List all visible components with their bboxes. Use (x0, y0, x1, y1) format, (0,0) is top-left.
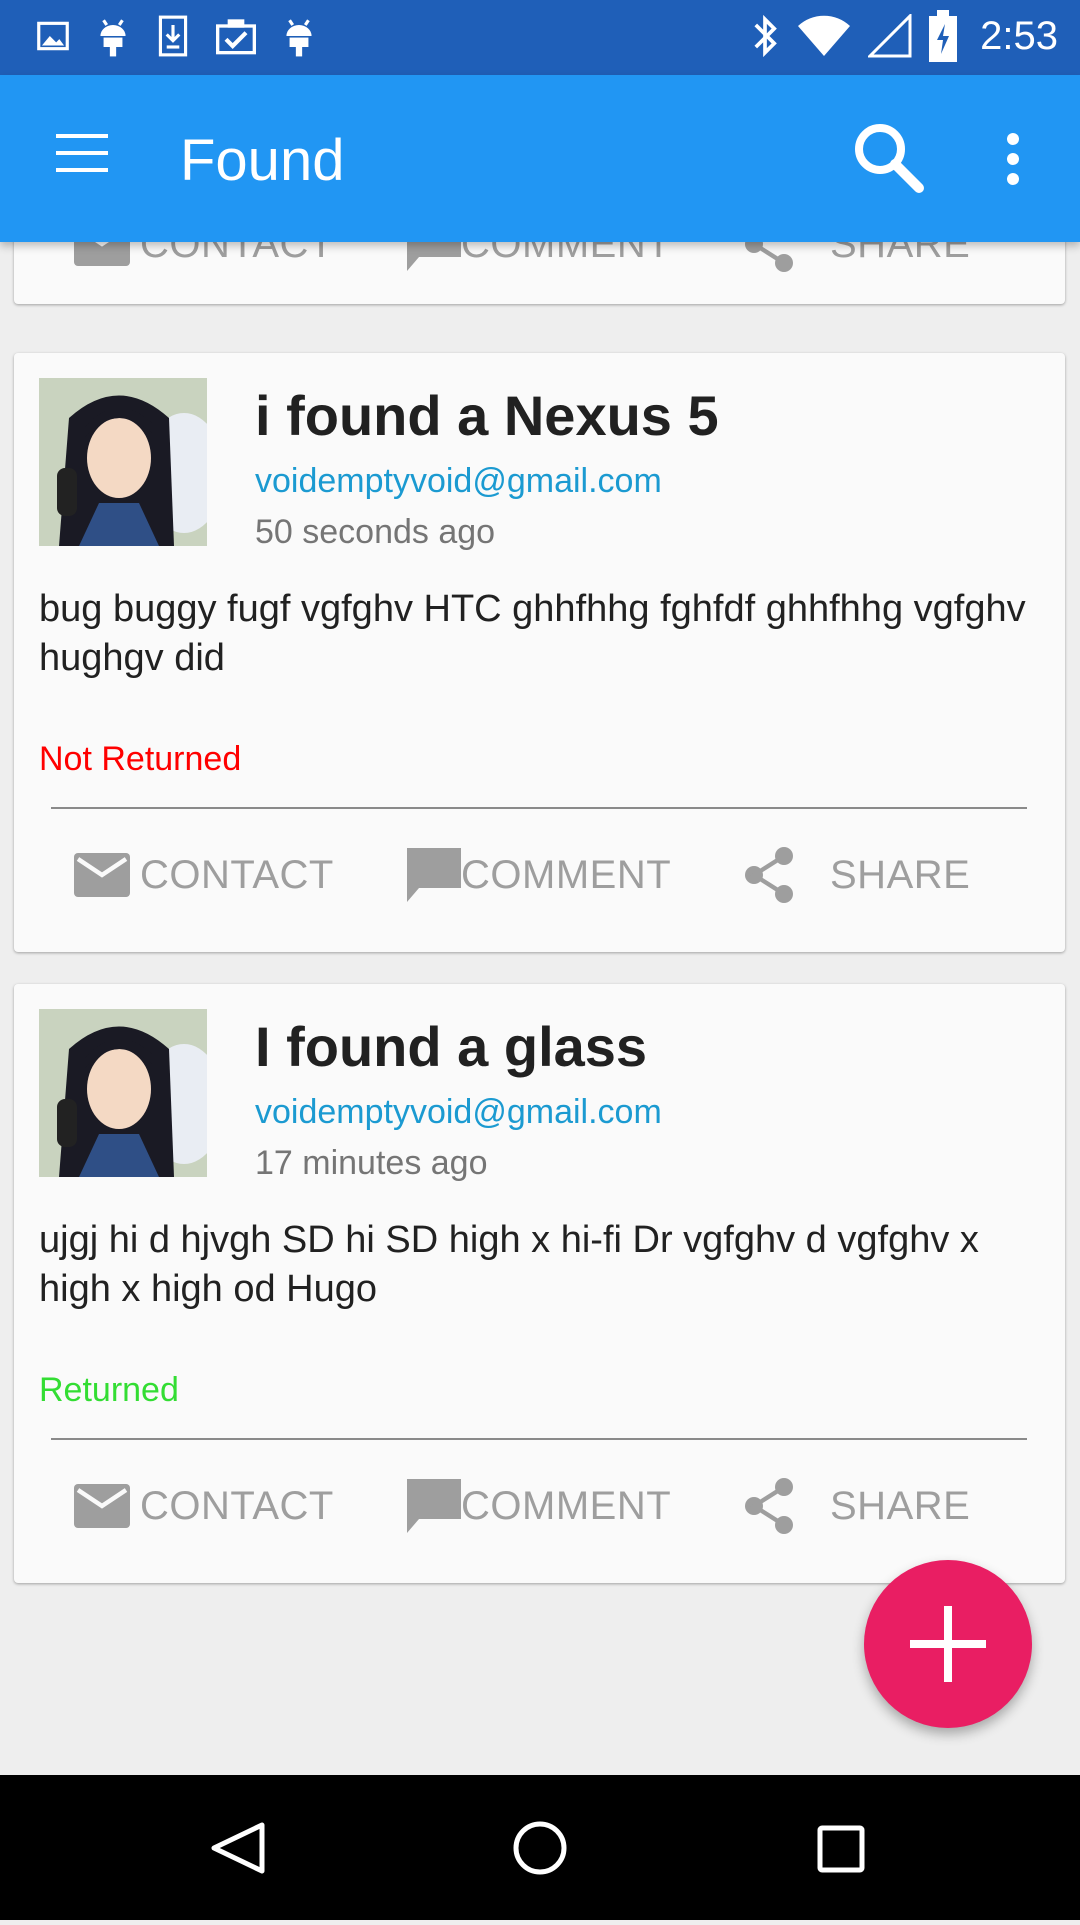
cell-signal-icon (868, 14, 912, 58)
overflow-menu-button[interactable] (996, 131, 1030, 187)
comment-icon (407, 1479, 461, 1533)
status-bar: 2:53 (0, 0, 1080, 75)
avatar (39, 378, 207, 546)
post-title: i found a Nexus 5 (255, 384, 719, 447)
post-email[interactable]: voidemptyvoid@gmail.com (255, 1093, 662, 1132)
app-bar: Found (0, 75, 1080, 242)
recents-button[interactable] (780, 1775, 900, 1920)
share-button[interactable]: SHARE (742, 242, 970, 284)
recents-icon (817, 1825, 865, 1873)
home-button[interactable] (480, 1775, 600, 1920)
email-icon (74, 1484, 130, 1528)
android-icon (286, 19, 312, 57)
email-icon (74, 853, 130, 897)
image-icon (37, 21, 69, 51)
wifi-icon (798, 15, 851, 56)
clipboard-check-icon (216, 19, 256, 55)
comment-button[interactable]: COMMENT (407, 835, 671, 915)
download-icon (158, 15, 188, 57)
notification-icons (34, 14, 318, 58)
share-icon (745, 1478, 793, 1534)
post-card[interactable]: i found a Nexus 5 voidemptyvoid@gmail.co… (14, 353, 1065, 952)
android-icon (100, 19, 126, 57)
avatar-image (39, 1009, 207, 1177)
post-time: 50 seconds ago (255, 513, 496, 551)
add-post-button[interactable] (864, 1560, 1032, 1728)
clock: 2:53 (980, 13, 1058, 58)
card-actions: CONTACT COMMENT SHARE (14, 1466, 1065, 1546)
comment-button[interactable]: COMMENT (407, 242, 671, 284)
more-vert-icon (1007, 133, 1019, 185)
divider (51, 1438, 1027, 1440)
share-button[interactable]: SHARE (742, 1466, 970, 1546)
comment-icon (407, 848, 461, 902)
post-email[interactable]: voidemptyvoid@gmail.com (255, 462, 662, 501)
bluetooth-icon (754, 14, 777, 58)
share-icon (745, 847, 793, 903)
status-label: Returned (39, 1371, 179, 1409)
contact-button[interactable]: CONTACT (74, 835, 334, 915)
comment-button[interactable]: COMMENT (407, 1466, 671, 1546)
post-list[interactable]: CONTACT COMMENT SHARE i found a Nexus 5 … (0, 242, 1080, 1775)
divider (51, 807, 1027, 809)
avatar-image (39, 378, 207, 546)
post-title: I found a glass (255, 1015, 648, 1078)
avatar (39, 1009, 207, 1177)
page-title: Found (180, 128, 345, 193)
post-card-partial: CONTACT COMMENT SHARE (14, 242, 1065, 304)
share-icon (745, 242, 793, 272)
hamburger-menu-icon (56, 134, 108, 172)
search-icon (855, 124, 924, 193)
search-button[interactable] (850, 119, 926, 195)
card-actions: CONTACT COMMENT SHARE (14, 835, 1065, 915)
post-body: bug buggy fugf vgfghv HTC ghhfhhg fghfdf… (39, 588, 1026, 679)
status-label: Not Returned (39, 740, 242, 778)
battery-charging-icon (929, 10, 958, 62)
back-icon (211, 1822, 265, 1874)
home-icon (513, 1821, 567, 1875)
plus-icon (910, 1606, 986, 1682)
menu-button[interactable] (52, 131, 112, 175)
contact-button[interactable]: CONTACT (74, 242, 334, 284)
post-card[interactable]: I found a glass voidemptyvoid@gmail.com … (14, 984, 1065, 1583)
share-button[interactable]: SHARE (742, 835, 970, 915)
back-button[interactable] (180, 1775, 300, 1920)
system-icons: 2:53 (750, 10, 1058, 62)
navigation-bar (0, 1775, 1080, 1920)
card-actions: CONTACT COMMENT SHARE (14, 242, 1065, 284)
contact-button[interactable]: CONTACT (74, 1466, 334, 1546)
post-body: ujgj hi d hjvgh SD hi SD high x hi-fi Dr… (39, 1219, 979, 1310)
comment-icon (407, 242, 461, 271)
post-time: 17 minutes ago (255, 1144, 488, 1182)
email-icon (74, 242, 130, 266)
